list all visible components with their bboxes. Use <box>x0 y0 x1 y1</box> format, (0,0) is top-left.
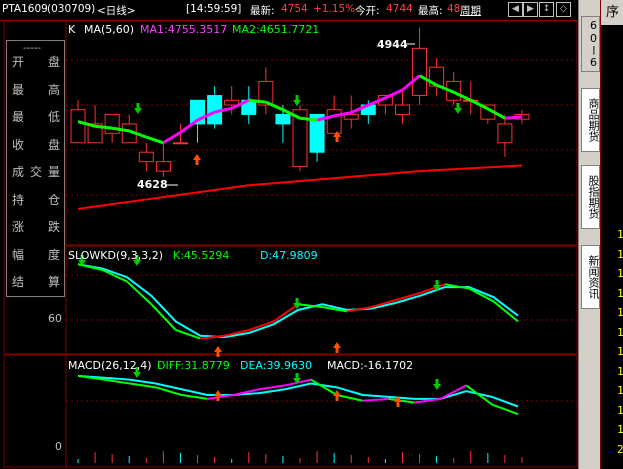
ma1-segment <box>248 98 267 104</box>
sequence-digits: 11 11 11 11 11 12 <box>617 228 623 456</box>
macd-name: MACD(26,12,4) <box>68 359 152 372</box>
kd-signal-arrow-5-stem <box>335 348 339 353</box>
tab-period[interactable]: 60ー6 <box>581 16 600 72</box>
candle-body <box>172 142 188 145</box>
tab-index-futures[interactable]: 股指期货 <box>581 165 600 229</box>
candle-body <box>70 109 86 144</box>
info-row-low: 最低 <box>12 110 60 124</box>
buy-signal-down-arrow-stem <box>136 103 140 108</box>
kd-k-value: K:45.5294 <box>173 249 230 262</box>
candle-body <box>104 113 120 134</box>
quote-info-panel: ----- 开盘 最高 最低 收盘 成交量 持仓 涨跌 幅度 结算 <box>6 40 65 297</box>
kd-signal-arrow-6-stem <box>435 280 439 285</box>
high-price-marker: 4944 <box>377 38 408 51</box>
candle-body <box>275 113 291 125</box>
sell-signal-up-arrow <box>193 154 201 160</box>
candle-body <box>326 109 342 134</box>
macd-signal-arrow-6 <box>433 384 441 390</box>
macd-dea-value: DEA:39.9630 <box>240 359 312 372</box>
kd-d-value: D:47.9809 <box>260 249 318 262</box>
ma1-value: MA1:4755.3517 <box>140 23 228 36</box>
candle-body <box>497 123 513 144</box>
signal-down-arrow-3-stem <box>456 103 460 108</box>
info-row-volume: 成交量 <box>12 165 60 179</box>
candle-body <box>343 113 359 120</box>
candle-body <box>138 151 154 163</box>
info-row-open: 开盘 <box>12 55 60 69</box>
ma1-segment <box>384 88 404 100</box>
tab-commodity-futures[interactable]: 商品期货 <box>581 88 600 152</box>
macd-diff-segment <box>465 384 493 406</box>
buy-signal-down-arrow <box>134 108 142 114</box>
kd-signal-arrow-3-stem <box>216 352 220 357</box>
macd-signal-arrow-3-stem <box>295 373 299 378</box>
signal-up-arrow-2-stem <box>335 137 339 142</box>
candle-body <box>394 104 410 115</box>
kd-name: SLOWKD(9,3,3,2) <box>68 249 164 262</box>
ma2-value: MA2:4651.7721 <box>232 23 320 36</box>
macd-diff-segment <box>362 397 389 402</box>
low-price-marker: 4628 <box>137 178 168 191</box>
right-tab-panel: 60ー6 商品期货 股指期货 新闻资讯 <box>578 0 601 469</box>
ma1-segment <box>145 135 164 145</box>
candle-body <box>155 161 171 172</box>
macd-signal-arrow-2-stem <box>216 396 220 401</box>
macd-signal-arrow-6-stem <box>435 379 439 384</box>
k-label: K <box>68 23 76 36</box>
candle-body <box>224 99 240 106</box>
info-row-high: 最高 <box>12 83 60 97</box>
kd-axis-60: 60 <box>48 312 62 325</box>
macd-diff-segment <box>181 394 208 400</box>
sequence-column: 序 11 11 11 11 11 12 <box>600 0 623 469</box>
macd-axis-0: 0 <box>55 440 62 453</box>
macd-signal-arrow-5-stem <box>396 402 400 407</box>
kd-signal-arrow-5 <box>333 342 341 348</box>
sequence-header: 序 <box>601 0 623 25</box>
macd-macd-value: MACD:-16.1702 <box>327 359 414 372</box>
ma1-segment <box>265 100 284 112</box>
info-row-change: 涨跌 <box>12 220 60 234</box>
candle-body <box>412 47 428 97</box>
signal-down-arrow-3 <box>454 108 462 114</box>
ma1-segment <box>94 124 113 130</box>
kd-panel-frame <box>65 245 578 355</box>
info-row-percent: 幅度 <box>12 248 60 262</box>
info-row-close: 收盘 <box>12 138 60 152</box>
ma-label: MA(5,60) <box>84 23 135 36</box>
ma1-segment <box>299 116 318 122</box>
signal-down-arrow-2-stem <box>295 95 299 100</box>
tab-news[interactable]: 新闻资讯 <box>581 245 600 309</box>
kd-signal-arrow-3 <box>214 346 222 352</box>
ma1-segment <box>179 118 199 134</box>
macd-signal-arrow-1 <box>133 372 141 378</box>
macd-diff-segment <box>129 382 156 389</box>
kd-signal-arrow-4-stem <box>295 298 299 303</box>
macd-diff-value: DIFF:31.8779 <box>157 359 230 372</box>
macd-signal-arrow-4-stem <box>335 396 339 401</box>
macd-signal-arrow-2 <box>214 390 222 396</box>
sell-signal-up-arrow-stem <box>195 160 199 165</box>
info-row-position: 持仓 <box>12 193 60 207</box>
ma1-segment <box>162 131 182 145</box>
macd-diff-segment <box>259 384 286 391</box>
kd-k-segment <box>492 300 519 323</box>
chart-area[interactable] <box>0 0 578 469</box>
ma1-segment <box>504 115 523 120</box>
info-row-settle: 结算 <box>12 275 60 289</box>
